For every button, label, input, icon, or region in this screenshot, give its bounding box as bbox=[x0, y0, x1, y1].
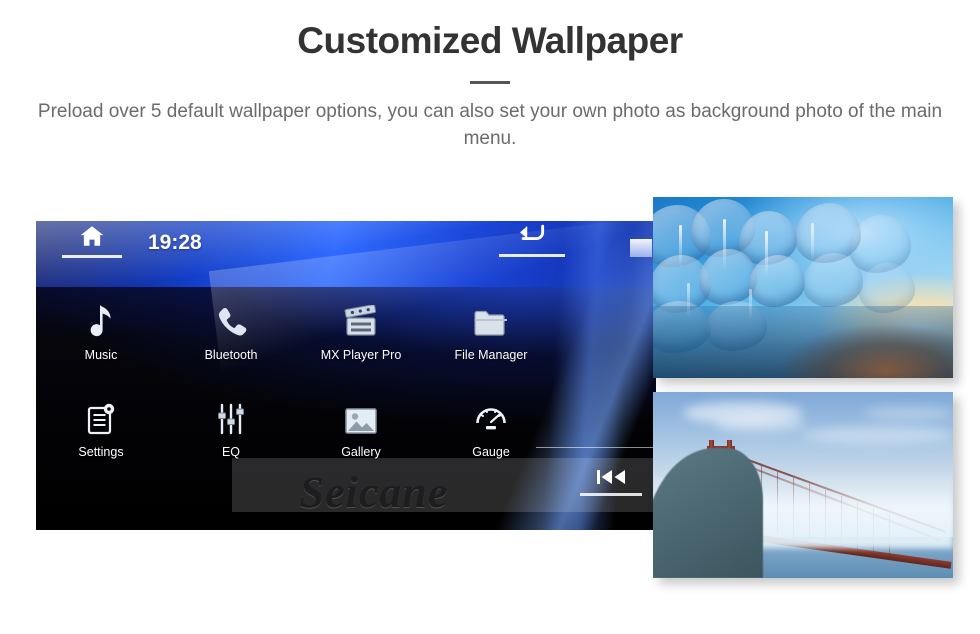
status-bar: 19:28 bbox=[36, 221, 656, 265]
car-head-unit-screen: 19:28 Music Bluetooth MX Player Pro File… bbox=[36, 221, 656, 530]
ice-cave-wallpaper[interactable] bbox=[653, 197, 953, 378]
picture-icon bbox=[343, 396, 379, 436]
home-icon bbox=[79, 223, 105, 258]
app-label: MX Player Pro bbox=[320, 348, 402, 362]
equalizer-sliders-icon bbox=[214, 396, 248, 436]
previous-track-button[interactable] bbox=[580, 466, 642, 496]
app-gauge[interactable]: Gauge bbox=[426, 396, 556, 459]
clock-time: 19:28 bbox=[148, 231, 202, 254]
app-music[interactable]: Music bbox=[36, 299, 166, 362]
page-header: Customized Wallpaper Preload over 5 defa… bbox=[0, 0, 980, 153]
previous-track-icon bbox=[596, 468, 626, 496]
home-button-underline bbox=[62, 255, 122, 258]
app-eq[interactable]: EQ bbox=[166, 396, 296, 459]
app-label: Bluetooth bbox=[204, 348, 258, 362]
ice-cave-floor bbox=[653, 305, 953, 378]
golden-gate-bridge-wallpaper[interactable] bbox=[653, 392, 953, 578]
app-grid: Music Bluetooth MX Player Pro File Manag… bbox=[36, 299, 556, 459]
app-label: Gallery bbox=[341, 445, 381, 459]
app-row-1: Music Bluetooth MX Player Pro File Manag… bbox=[36, 299, 556, 362]
app-bluetooth[interactable]: Bluetooth bbox=[166, 299, 296, 362]
app-row-2: Settings EQ Gallery Gauge bbox=[36, 396, 556, 459]
app-settings[interactable]: Settings bbox=[36, 396, 166, 459]
music-note-icon bbox=[86, 299, 116, 339]
app-mx-player-pro[interactable]: MX Player Pro bbox=[296, 299, 426, 362]
app-label: EQ bbox=[221, 445, 241, 459]
app-file-manager[interactable]: File Manager bbox=[426, 299, 556, 362]
back-button-underline bbox=[499, 254, 565, 257]
app-label: File Manager bbox=[454, 348, 528, 362]
folder-icon bbox=[472, 299, 510, 339]
golden-gate-artwork bbox=[653, 392, 953, 578]
previous-button-underline bbox=[580, 493, 642, 496]
page-root: Customized Wallpaper Preload over 5 defa… bbox=[0, 0, 980, 634]
back-button[interactable] bbox=[499, 222, 565, 257]
page-subtitle: Preload over 5 default wallpaper options… bbox=[37, 100, 943, 150]
speedometer-icon bbox=[474, 396, 508, 436]
bluetooth-phone-icon bbox=[214, 299, 248, 339]
app-label: Music bbox=[84, 348, 118, 362]
ice-cave-artwork bbox=[653, 197, 953, 378]
app-label: Settings bbox=[78, 445, 124, 459]
app-gallery[interactable]: Gallery bbox=[296, 396, 426, 459]
page-title: Customized Wallpaper bbox=[297, 20, 683, 61]
home-button[interactable] bbox=[58, 226, 126, 258]
settings-gear-document-icon bbox=[84, 396, 118, 436]
brand-watermark: Seicane bbox=[299, 468, 449, 517]
clapperboard-icon bbox=[342, 299, 380, 339]
status-bar-right-indicator[interactable] bbox=[630, 239, 652, 257]
title-divider bbox=[470, 80, 510, 84]
app-label: Gauge bbox=[472, 445, 510, 459]
back-arrow-icon bbox=[516, 222, 548, 257]
